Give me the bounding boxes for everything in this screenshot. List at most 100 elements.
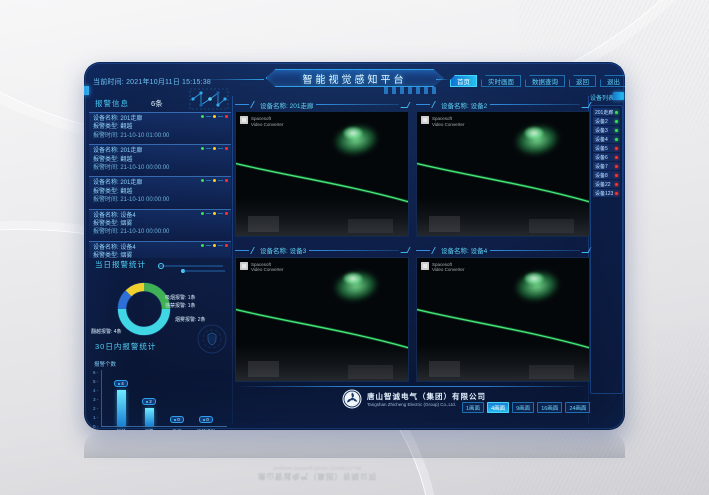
donut-callout-label: 翻越报警: 4条	[91, 328, 122, 335]
screen-split-button[interactable]: 24画面	[565, 402, 590, 413]
video-header: 设备名称: 201走廊	[235, 98, 409, 111]
video-grid: 设备名称: 201走廊 Spacesoft Video Converter	[235, 98, 590, 382]
panel-reflection: 唐山智诚电气（集团）有限公司 Tangshan Zhicheng Electri…	[84, 432, 625, 492]
video-cell: 设备名称: 设备2 Spacesoft Video Converter	[416, 98, 590, 237]
nav-button[interactable]: 实时画面	[481, 75, 521, 87]
device-list-item[interactable]: 设备8	[593, 171, 620, 179]
video-device-label: 设备名称: 设备4	[441, 245, 487, 255]
alarm-list-item[interactable]: 设备名称: 设备4 报警类型: 烟雾 报警时间: 21-10-10 00:00:…	[89, 209, 231, 239]
device-status-dot	[615, 165, 618, 168]
device-name: 设备2	[595, 118, 608, 125]
device-list-item[interactable]: 设备5	[593, 144, 620, 152]
video-feed[interactable]: Spacesoft Video Converter	[235, 257, 409, 383]
video-laser-curve	[417, 112, 589, 236]
alarm-list-item[interactable]: 设备名称: 201走廊 报警类型: 翻越 报警时间: 21-10-10 01:0…	[89, 112, 231, 142]
watermark-icon	[421, 116, 429, 124]
alarm-type: 报警类型: 翻越	[93, 188, 227, 196]
nav-button[interactable]: 首页	[450, 75, 477, 87]
alarm-sidebar: 报警信息 6条 设备名称: 201走廊 报警类型: 翻越 报警时间: 21-10…	[89, 96, 231, 426]
bar-chart-ylabel: 报警个数	[94, 360, 116, 368]
alarm-list-item[interactable]: 设备名称: 设备4 报警类型: 烟雾 报警时间: 21-10-10 00:00:…	[89, 241, 231, 258]
bar-value-label: 0	[199, 416, 213, 423]
device-list-item[interactable]: 设备2	[593, 117, 620, 125]
device-status-dot	[615, 120, 618, 123]
bar-chart-y-tick: 2 -	[93, 406, 98, 411]
bar-value-label: 0	[170, 416, 184, 423]
alarm-list-item[interactable]: 设备名称: 201走廊 报警类型: 翻越 报警时间: 21-10-10 00:0…	[89, 176, 231, 206]
video-laser-curve	[417, 258, 589, 382]
screen-split-button[interactable]: 4画面	[487, 402, 509, 413]
device-list: 201走廊 设备2 设备3 设备4 设备5 设备6 设备7 设备8 设备22 设…	[590, 105, 623, 394]
bar	[117, 390, 126, 426]
reflection-gradient	[84, 432, 625, 458]
device-list-item[interactable]: 设备123	[593, 189, 620, 197]
video-cell: 设备名称: 201走廊 Spacesoft Video Converter	[235, 98, 409, 237]
alarm-signal-indicator	[201, 147, 228, 150]
device-list-title: 设备列表	[590, 93, 614, 102]
bar-chart-y-tick: 6 -	[93, 370, 98, 375]
bar-value-label: 2	[142, 398, 156, 405]
company-name-cn: 唐山智诚电气（集团）有限公司	[367, 391, 486, 402]
reflection-text: 唐山智诚电气（集团）有限公司 Tangshan Zhicheng Electri…	[258, 466, 377, 482]
watermark-line2: Video Converter	[432, 122, 464, 128]
video-watermark: Spacesoft Video Converter	[240, 116, 283, 127]
bar-chart-x-axis	[101, 426, 227, 427]
nav-button[interactable]: 返回	[569, 75, 596, 87]
device-status-dot	[615, 138, 618, 141]
bar-value-label: 4	[114, 380, 128, 387]
alarm-time: 报警时间: 21-10-10 01:00:00	[93, 132, 227, 140]
page-title-frame: 智能视觉感知平台	[266, 69, 444, 87]
video-feed[interactable]: Spacesoft Video Converter	[235, 111, 409, 237]
nav-button[interactable]: 数据查询	[525, 75, 565, 87]
donut-callout-label: 吸烟报警: 1条	[165, 294, 196, 301]
alarm-time: 报警时间: 21-10-10 00:00:00	[93, 228, 227, 236]
watermark-icon	[240, 116, 248, 124]
screen-split-button[interactable]: 1画面	[462, 402, 484, 413]
alarm-type: 报警类型: 翻越	[93, 156, 227, 164]
bar-chart-y-tick: 4 -	[93, 388, 98, 393]
watermark-line2: Video Converter	[251, 267, 283, 273]
alarm-signal-indicator	[201, 179, 228, 182]
device-name: 设备5	[595, 145, 608, 152]
device-list-panel: 设备列表 201走廊 设备2 设备3 设备4 设备5 设备6 设备7 设备8 设…	[590, 92, 623, 394]
device-list-more-button[interactable]	[613, 92, 624, 100]
nav-button[interactable]: 退出	[600, 75, 625, 87]
daily-alarm-donut-chart: 烟雾报警: 2条翻越报警: 4条违禁报警: 1条吸烟报警: 1条	[89, 268, 231, 346]
alarm-time: 报警时间: 21-10-10 00:00:00	[93, 196, 227, 204]
screen-split-button[interactable]: 9画面	[512, 402, 534, 413]
device-list-item[interactable]: 201走廊	[593, 108, 620, 116]
watermark-line2: Video Converter	[432, 267, 464, 273]
device-list-item[interactable]: 设备3	[593, 126, 620, 134]
monthly-alarm-bar-chart: 报警个数 0 -1 -2 -3 -4 -5 -6 -4翻越2烟雾0吸烟0违禁识别	[89, 350, 231, 430]
device-name: 设备22	[595, 181, 611, 188]
screen-split-buttons: 1画面4画面9画面16画面24画面	[462, 402, 590, 413]
header-deco-line	[436, 79, 450, 80]
device-list-item[interactable]: 设备6	[593, 153, 620, 161]
video-watermark: Spacesoft Video Converter	[421, 262, 464, 273]
donut-callout-label: 违禁报警: 1条	[165, 302, 196, 309]
video-watermark: Spacesoft Video Converter	[421, 116, 464, 127]
device-list-item[interactable]: 设备7	[593, 162, 620, 170]
device-name: 设备3	[595, 127, 608, 134]
video-device-label: 设备名称: 201走廊	[260, 100, 313, 110]
device-name: 设备4	[595, 136, 608, 143]
screen-split-button[interactable]: 16画面	[537, 402, 562, 413]
alarm-panel-title: 报警信息	[95, 98, 129, 109]
page-title: 智能视觉感知平台	[303, 71, 407, 86]
bar-chart-y-tick: 0 -	[93, 424, 98, 429]
device-list-item[interactable]: 设备22	[593, 180, 620, 188]
video-feed[interactable]: Spacesoft Video Converter	[416, 257, 590, 383]
device-status-dot	[615, 129, 618, 132]
video-feed[interactable]: Spacesoft Video Converter	[416, 111, 590, 237]
device-name: 设备6	[595, 154, 608, 161]
device-list-item[interactable]: 设备4	[593, 135, 620, 143]
footer-divider	[235, 386, 590, 387]
device-name: 201走廊	[595, 109, 613, 116]
alarm-list: 设备名称: 201走廊 报警类型: 翻越 报警时间: 21-10-10 01:0…	[89, 112, 231, 258]
alarm-signal-indicator	[201, 244, 228, 247]
alarm-list-item[interactable]: 设备名称: 201走廊 报警类型: 翻越 报警时间: 21-10-10 00:0…	[89, 144, 231, 174]
device-name: 设备123	[595, 190, 613, 197]
video-cell: 设备名称: 设备3 Spacesoft Video Converter	[235, 244, 409, 383]
video-laser-curve	[236, 258, 408, 382]
alarm-signal-indicator	[201, 212, 228, 215]
